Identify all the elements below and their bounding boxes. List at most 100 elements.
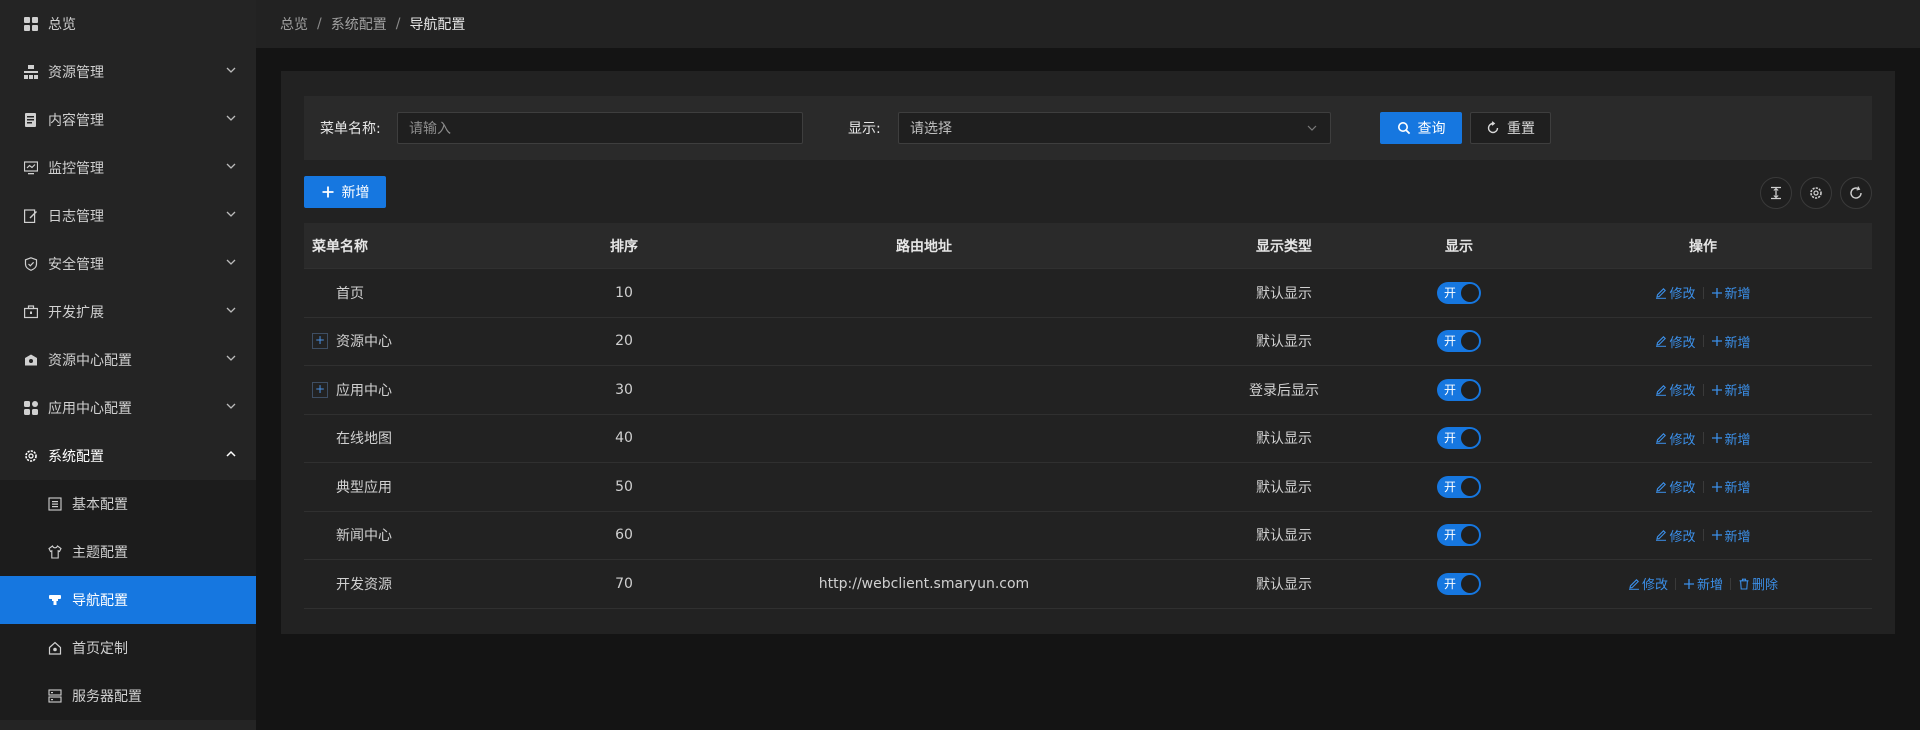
refresh-icon [1850,186,1862,199]
sidebar-item-log[interactable]: 日志管理 [0,192,256,240]
refresh-button[interactable] [1840,177,1872,209]
sidebar-item-app-center-config[interactable]: 应用中心配置 [0,384,256,432]
op-divider [1702,335,1704,348]
edit-link[interactable]: 修改 [1655,283,1696,303]
add-button[interactable]: 新增 [304,176,386,208]
reset-button[interactable]: 重置 [1470,112,1551,144]
header-route: 路由地址 [896,238,952,255]
expand-icon[interactable]: + [312,381,328,398]
chevron-down-icon [226,355,236,361]
sidebar-item-security[interactable]: 安全管理 [0,240,256,288]
show-toggle[interactable]: 开 [1437,572,1481,595]
edit-icon [1655,529,1667,542]
chevron-down-icon [226,307,236,313]
cell-name: 新闻中心 [304,525,584,545]
plus-icon [1711,529,1723,541]
plus-icon [1711,335,1723,347]
column-height-button[interactable] [1760,177,1792,209]
main-card: 菜单名称: 请输入 显示: 请选择 查询 重置 新增 菜单名称 排序 路由地址 … [281,71,1895,634]
edit-link[interactable]: 修改 [1655,380,1696,399]
cell-op: 修改 新增 [1534,429,1872,448]
add-label: 新增 [1724,287,1751,303]
menu-name-label: 菜单名称: [320,121,381,137]
cell-show: 开 [1384,524,1534,547]
edit-icon [1655,287,1667,299]
sidebar-item-resource-center-config[interactable]: 资源中心配置 [0,336,256,384]
cell-op: 修改 新增 删除 [1534,574,1872,593]
sidebar-item-basic-config[interactable]: 基本配置 [0,480,256,528]
table-row: + 资源中心 20 默认显示 开 修改 新增 [304,318,1872,366]
show-toggle[interactable]: 开 [1437,330,1481,353]
sidebar-item-dev-extension[interactable]: 开发扩展 [0,288,256,336]
row-type: 默认显示 [1256,479,1312,496]
sidebar-item-content[interactable]: 内容管理 [0,96,256,144]
breadcrumb-item-overview[interactable]: 总览 [280,14,308,34]
resource-center-icon [24,353,38,367]
row-route[interactable]: http://webclient.smaryun.com [664,576,1184,592]
show-toggle[interactable]: 开 [1437,427,1481,450]
show-select[interactable]: 请选择 [898,112,1331,144]
cell-op: 修改 新增 [1534,283,1872,302]
edit-link[interactable]: 修改 [1628,574,1668,593]
trash-icon [1738,578,1750,590]
query-button[interactable]: 查询 [1380,112,1462,144]
sidebar-item-label: 系统配置 [48,449,104,465]
plus-icon [1683,578,1695,590]
add-label: 新增 [1724,335,1751,351]
cell-show: 开 [1384,281,1534,304]
sidebar-item-label: 开发扩展 [48,305,104,321]
show-toggle[interactable]: 开 [1437,524,1481,547]
sidebar-item-home-custom[interactable]: 首页定制 [0,624,256,672]
sidebar-item-overview[interactable]: 总览 [0,0,256,48]
sidebar-item-resource[interactable]: 资源管理 [0,48,256,96]
edit-link[interactable]: 修改 [1655,526,1696,545]
search-icon [1397,121,1411,135]
sidebar-item-system-config[interactable]: 系统配置 [0,432,256,480]
add-child-link[interactable]: 新增 [1711,526,1751,545]
reload-icon [1486,121,1500,135]
cell-op: 修改 新增 [1534,380,1872,399]
show-toggle[interactable]: 开 [1437,475,1481,498]
edit-label: 修改 [1669,287,1696,303]
sidebar-item-server-config[interactable]: 服务器配置 [0,672,256,720]
sidebar-item-label: 服务器配置 [72,689,142,705]
add-label: 新增 [1724,529,1751,545]
gear-icon [24,449,38,463]
add-child-link[interactable]: 新增 [1711,429,1751,448]
edit-icon [1655,335,1667,348]
expand-icon[interactable]: + [312,333,328,350]
sidebar-item-theme-config[interactable]: 主题配置 [0,528,256,576]
row-name: 典型应用 [336,479,392,496]
query-button-label: 查询 [1417,121,1446,137]
edit-link[interactable]: 修改 [1655,477,1696,496]
menu-name-input[interactable]: 请输入 [397,112,803,144]
delete-link[interactable]: 删除 [1738,574,1778,593]
chevron-down-icon [1307,125,1317,131]
show-toggle[interactable]: 开 [1437,378,1481,401]
breadcrumb-item-current: 导航配置 [409,17,466,33]
add-child-link[interactable]: 新增 [1711,332,1751,351]
cell-name: 典型应用 [304,477,584,497]
edit-link[interactable]: 修改 [1655,332,1696,351]
toggle-knob [1461,429,1479,448]
header-sort: 排序 [610,238,638,255]
chevron-down-icon [226,259,236,265]
log-icon [24,209,38,223]
add-child-link[interactable]: 新增 [1711,283,1751,302]
header-name: 菜单名称 [312,238,368,255]
chevron-down-icon [226,403,236,409]
add-child-link[interactable]: 新增 [1711,380,1751,399]
op-divider [1702,432,1704,445]
breadcrumb-item-system-config[interactable]: 系统配置 [331,14,387,34]
toggle-label: 开 [1444,576,1457,591]
sidebar-item-nav-config[interactable]: 导航配置 [0,576,256,624]
add-child-link[interactable]: 新增 [1711,477,1751,496]
header-show: 显示 [1445,238,1473,255]
edit-link[interactable]: 修改 [1655,429,1696,448]
sidebar-item-monitor[interactable]: 监控管理 [0,144,256,192]
settings-button[interactable] [1800,177,1832,209]
sidebar-item-label: 基本配置 [72,497,128,513]
show-toggle[interactable]: 开 [1437,281,1481,304]
basic-config-icon [48,497,62,511]
add-child-link[interactable]: 新增 [1683,574,1723,593]
